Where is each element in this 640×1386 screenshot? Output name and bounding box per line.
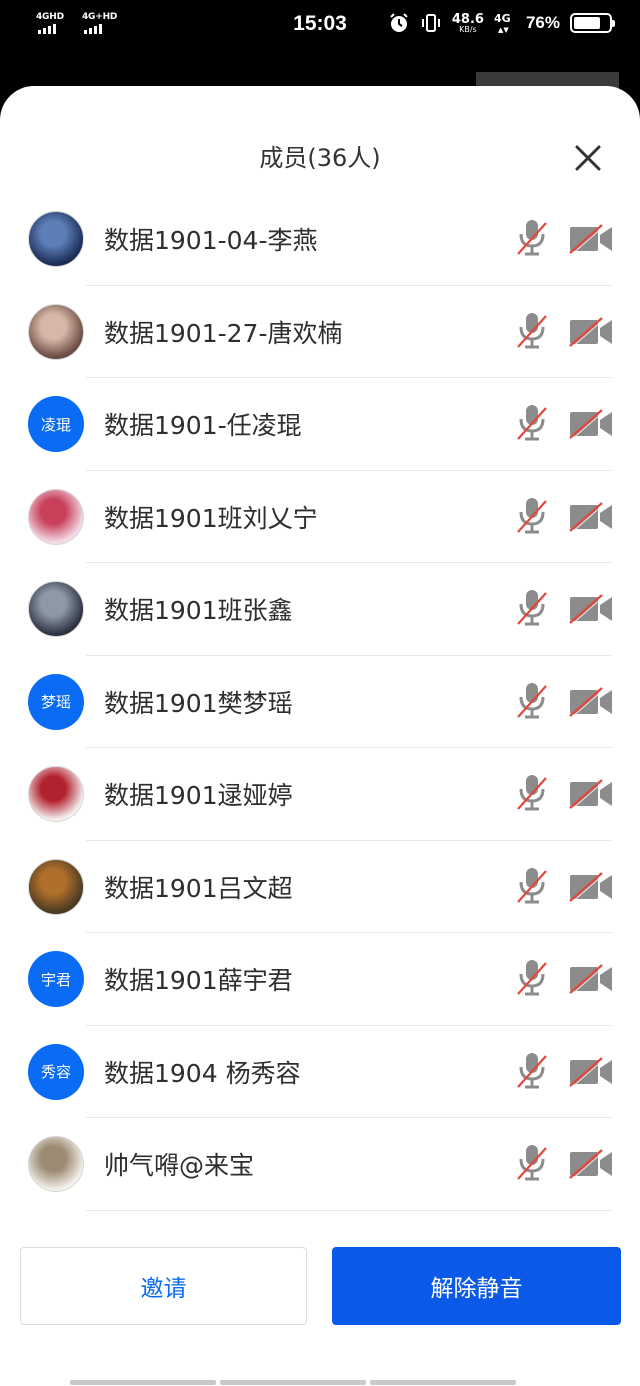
- sheet-title: 成员(36人): [259, 144, 381, 172]
- member-row[interactable]: 帅气嘚@来宝: [0, 1118, 640, 1211]
- member-name: 数据1904 杨秀容: [104, 1058, 301, 1088]
- mic-muted-button[interactable]: [514, 310, 550, 350]
- camera-off-button[interactable]: [568, 316, 614, 349]
- close-button[interactable]: [566, 136, 610, 180]
- mic-off-icon: [514, 775, 550, 816]
- member-name: 数据1901-27-唐欢楠: [104, 318, 343, 348]
- battery-percent: 76%: [525, 13, 560, 32]
- mic-muted-button[interactable]: [514, 680, 550, 720]
- member-row[interactable]: 数据1901-04-李燕: [0, 193, 640, 286]
- mic-off-icon: [514, 497, 550, 539]
- gesture-bar: [70, 1380, 516, 1385]
- camera-off-icon: [568, 1149, 614, 1184]
- member-row[interactable]: 数据1901-27-唐欢楠: [0, 286, 640, 379]
- member-name: 数据1901-任凌琨: [104, 411, 302, 440]
- mic-off-icon: [514, 590, 550, 631]
- camera-off-icon: [568, 1056, 614, 1092]
- member-name: 数据1901班张鑫: [104, 596, 293, 625]
- vibrate-icon: [421, 14, 440, 32]
- mic-muted-button[interactable]: [514, 495, 550, 535]
- camera-off-icon: [568, 409, 614, 444]
- mic-muted-button[interactable]: [514, 865, 550, 905]
- mic-off-icon: [514, 1145, 550, 1186]
- camera-off-icon: [568, 316, 614, 352]
- invite-button[interactable]: 邀请: [20, 1247, 307, 1325]
- member-name: 数据1901樊梦瑶: [104, 688, 293, 718]
- mic-off-icon: [514, 220, 550, 261]
- mic-muted-button[interactable]: [514, 1050, 550, 1090]
- members-sheet: 成员(36人) 数据1901-04-李燕 数据1901-27-唐欢楠 凌琨 数据…: [0, 86, 640, 1386]
- camera-off-icon: [568, 501, 614, 537]
- member-row[interactable]: 数据1901班刘乂宁: [0, 471, 640, 564]
- network-type-icon: 4G ▲▼: [493, 12, 511, 34]
- camera-off-icon: [568, 686, 614, 722]
- close-icon: [575, 145, 601, 171]
- member-row[interactable]: 数据1901逯娅婷: [0, 748, 640, 841]
- camera-off-button[interactable]: [568, 963, 614, 997]
- avatar: [28, 581, 84, 637]
- camera-off-icon: [568, 594, 614, 629]
- mic-off-icon: [514, 405, 550, 446]
- avatar: [28, 766, 84, 822]
- camera-off-icon: [568, 964, 614, 999]
- member-name: 数据1901吕文超: [104, 873, 293, 903]
- avatar: [28, 858, 84, 915]
- camera-off-button[interactable]: [568, 1148, 614, 1182]
- mic-off-icon: [514, 867, 550, 909]
- avatar: [28, 211, 84, 267]
- camera-off-icon: [568, 224, 614, 259]
- mic-muted-button[interactable]: [514, 217, 550, 257]
- mic-muted-button[interactable]: [514, 587, 550, 627]
- camera-off-icon: [568, 871, 614, 907]
- avatar: [28, 303, 84, 360]
- mic-muted-button[interactable]: [514, 957, 550, 997]
- member-row[interactable]: 凌琨 数据1901-任凌琨: [0, 378, 640, 471]
- camera-off-button[interactable]: [568, 871, 614, 904]
- avatar: [28, 488, 84, 545]
- camera-off-icon: [568, 779, 614, 814]
- member-name: 数据1901薛宇君: [104, 966, 293, 995]
- avatar: 秀容: [28, 1043, 84, 1100]
- member-name: 数据1901逯娅婷: [104, 781, 293, 810]
- mic-off-icon: [514, 312, 550, 354]
- member-list: 数据1901-04-李燕 数据1901-27-唐欢楠 凌琨 数据1901-任凌琨…: [0, 193, 640, 1211]
- mic-off-icon: [514, 960, 550, 1001]
- alarm-icon: [390, 13, 408, 32]
- camera-off-button[interactable]: [568, 501, 614, 534]
- mic-muted-button[interactable]: [514, 402, 550, 442]
- unmute-all-button[interactable]: 解除静音: [332, 1247, 621, 1325]
- member-name: 数据1901班刘乂宁: [104, 503, 318, 533]
- camera-off-button[interactable]: [568, 686, 614, 719]
- avatar: [28, 1136, 84, 1192]
- camera-off-button[interactable]: [568, 223, 614, 257]
- member-row[interactable]: 秀容 数据1904 杨秀容: [0, 1026, 640, 1119]
- avatar: 宇君: [28, 951, 84, 1007]
- camera-off-button[interactable]: [568, 778, 614, 812]
- member-row[interactable]: 数据1901吕文超: [0, 841, 640, 934]
- member-row[interactable]: 梦瑶 数据1901樊梦瑶: [0, 656, 640, 749]
- mic-muted-button[interactable]: [514, 772, 550, 812]
- member-row[interactable]: 数据1901班张鑫: [0, 563, 640, 656]
- member-row[interactable]: 宇君 数据1901薛宇君: [0, 933, 640, 1026]
- mic-off-icon: [514, 682, 550, 724]
- battery-icon: [570, 13, 615, 33]
- avatar: 梦瑶: [28, 673, 84, 730]
- camera-off-button[interactable]: [568, 593, 614, 627]
- mic-off-icon: [514, 1052, 550, 1094]
- mic-muted-button[interactable]: [514, 1142, 550, 1182]
- member-name: 帅气嘚@来宝: [104, 1151, 255, 1180]
- network-speed: 48.6 KB/s: [451, 11, 484, 34]
- member-name: 数据1901-04-李燕: [104, 226, 318, 255]
- status-bar: 4GHD 4G+HD 15:03 48.6 KB/s 4G ▲▼ 76%: [0, 0, 640, 52]
- camera-off-button[interactable]: [568, 1056, 614, 1089]
- avatar: 凌琨: [28, 396, 84, 452]
- camera-off-button[interactable]: [568, 408, 614, 442]
